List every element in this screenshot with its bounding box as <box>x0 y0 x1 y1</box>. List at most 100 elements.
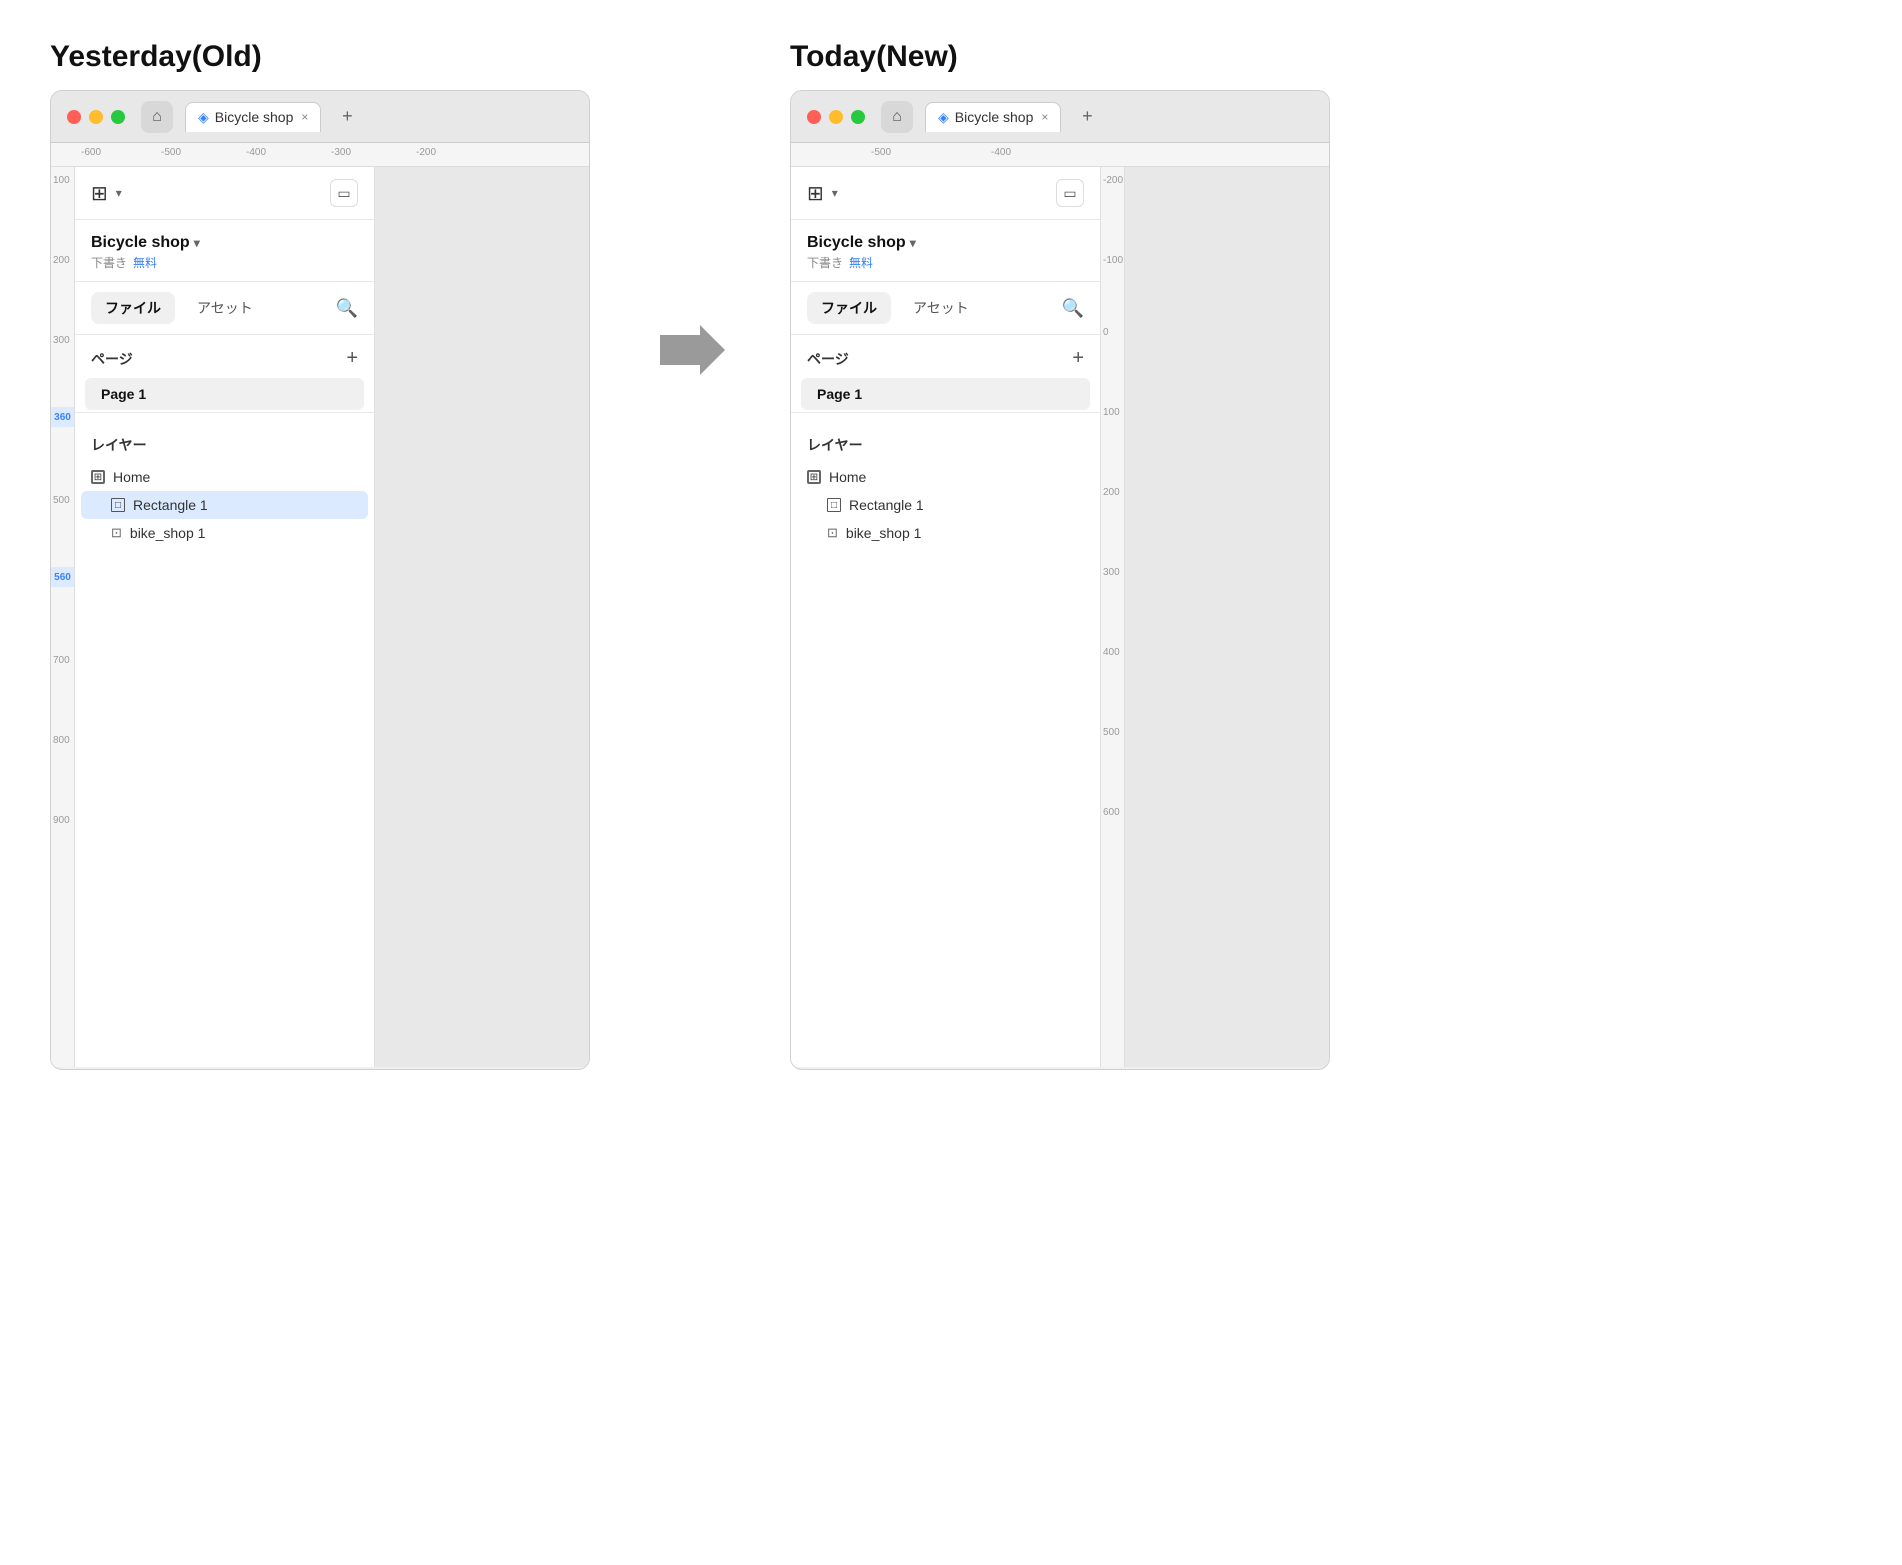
new-home-button[interactable]: ⌂ <box>881 101 913 133</box>
old-tab-files[interactable]: ファイル <box>91 292 175 324</box>
old-layer-bike[interactable]: ⊡ bike_shop 1 <box>75 519 374 547</box>
new-tab[interactable]: ◈ Bicycle shop × <box>925 102 1061 132</box>
old-search-btn[interactable]: 🔍 <box>336 298 358 319</box>
old-project-name: Bicycle shop ▾ <box>91 234 358 252</box>
old-tab[interactable]: ◈ Bicycle shop × <box>185 102 321 132</box>
old-layers-header: レイヤー <box>75 423 374 463</box>
new-rv-100: 100 <box>1103 407 1120 418</box>
new-sidebar-header: ⊞ ▾ ▭ <box>791 167 1100 220</box>
new-tab-assets[interactable]: アセット <box>899 292 983 324</box>
old-home-button[interactable]: ⌂ <box>141 101 173 133</box>
new-pages-add[interactable]: + <box>1072 347 1084 370</box>
old-logo-chevron: ▾ <box>116 186 122 200</box>
old-project-sub: 下書き 無料 <box>91 254 358 271</box>
old-titlebar: ⌂ ◈ Bicycle shop × + <box>51 91 589 143</box>
old-bike-icon: ⊡ <box>111 525 122 541</box>
new-home-icon: ⊞ <box>807 470 821 484</box>
old-section: Yesterday(Old) ⌂ ◈ Bicycle shop × + <box>50 40 590 1070</box>
old-rv-700: 700 <box>53 655 70 666</box>
new-figma-icon: ⊞ <box>807 181 824 206</box>
new-titlebar: ⌂ ◈ Bicycle shop × + <box>791 91 1329 143</box>
old-app-layout: 100 200 300 400 500 600 700 800 900 360 <box>51 167 589 1067</box>
new-layers-section: レイヤー ⊞ Home □ Rectangle 1 ⊡ <box>791 412 1100 557</box>
old-rv-300: 300 <box>53 335 70 346</box>
old-pages-header: ページ + <box>75 335 374 378</box>
new-layer-home[interactable]: ⊞ Home <box>791 463 1100 491</box>
new-tab-icon: ◈ <box>938 109 949 126</box>
old-tab-icon: ◈ <box>198 109 209 126</box>
old-ruler-mark-2: -500 <box>161 147 181 158</box>
old-page1[interactable]: Page 1 <box>85 378 364 410</box>
old-ruler-mark-4: -300 <box>331 147 351 158</box>
new-project-section: Bicycle shop ▾ 下書き 無料 <box>791 220 1100 282</box>
old-sidebar-tabs: ファイル アセット 🔍 <box>75 282 374 335</box>
arrow-container <box>650 320 730 380</box>
new-sidebar-tabs: ファイル アセット 🔍 <box>791 282 1100 335</box>
new-app-layout: ⊞ ▾ ▭ Bicycle shop ▾ 下 <box>791 167 1329 1067</box>
old-sidebar-header: ⊞ ▾ ▭ <box>75 167 374 220</box>
new-search-btn[interactable]: 🔍 <box>1062 298 1084 319</box>
new-tab-close[interactable]: × <box>1041 110 1048 124</box>
new-tab-files[interactable]: ファイル <box>807 292 891 324</box>
new-pages-header: ページ + <box>791 335 1100 378</box>
old-ruler-360: 360 <box>51 407 74 427</box>
old-pages-add[interactable]: + <box>346 347 358 370</box>
new-sidebar: ⊞ ▾ ▭ Bicycle shop ▾ 下 <box>791 167 1101 1067</box>
new-canvas: -200 -100 0 100 200 300 400 500 600 <box>1101 167 1329 1067</box>
old-ruler-mark-1: -600 <box>81 147 101 158</box>
new-rv-400: 400 <box>1103 647 1120 658</box>
old-ruler-560: 560 <box>51 567 74 587</box>
old-rv-800: 800 <box>53 735 70 746</box>
new-traffic-lights <box>807 110 865 124</box>
new-project-chevron: ▾ <box>910 236 916 250</box>
old-tl-red[interactable] <box>67 110 81 124</box>
old-ruler-top: -600 -500 -400 -300 -200 <box>51 143 589 167</box>
new-layers-header: レイヤー <box>791 423 1100 463</box>
new-tl-red[interactable] <box>807 110 821 124</box>
new-layers-title: レイヤー <box>807 435 863 455</box>
new-ruler-top: -500 -400 <box>791 143 1329 167</box>
main-container: Yesterday(Old) ⌂ ◈ Bicycle shop × + <box>50 40 1852 1070</box>
new-free-badge: 無料 <box>849 254 873 271</box>
new-rv-600: 600 <box>1103 807 1120 818</box>
old-ruler-mark-5: -200 <box>416 147 436 158</box>
old-canvas <box>375 167 589 1067</box>
new-layer-bike[interactable]: ⊡ bike_shop 1 <box>791 519 1100 547</box>
new-tab-new[interactable]: + <box>1073 103 1101 131</box>
old-layer-home[interactable]: ⊞ Home <box>75 463 374 491</box>
new-project-name: Bicycle shop ▾ <box>807 234 1084 252</box>
old-home-icon: ⊞ <box>91 470 105 484</box>
old-tl-yellow[interactable] <box>89 110 103 124</box>
old-tab-label: Bicycle shop <box>215 109 294 125</box>
comparison-row: Yesterday(Old) ⌂ ◈ Bicycle shop × + <box>50 40 1852 1070</box>
old-layer-rect[interactable]: □ Rectangle 1 <box>81 491 368 519</box>
old-tab-assets[interactable]: アセット <box>183 292 267 324</box>
new-tl-yellow[interactable] <box>829 110 843 124</box>
new-page1[interactable]: Page 1 <box>801 378 1090 410</box>
new-logo-chevron: ▾ <box>832 186 838 200</box>
old-layers-title: レイヤー <box>91 435 147 455</box>
new-project-sub: 下書き 無料 <box>807 254 1084 271</box>
new-panel-toggle[interactable]: ▭ <box>1056 179 1084 207</box>
old-ruler-360-label: 360 <box>54 412 71 423</box>
new-rect-icon: □ <box>827 498 841 512</box>
old-tl-green[interactable] <box>111 110 125 124</box>
new-tl-green[interactable] <box>851 110 865 124</box>
old-project-section: Bicycle shop ▾ 下書き 無料 <box>75 220 374 282</box>
new-layer-rect[interactable]: □ Rectangle 1 <box>791 491 1100 519</box>
old-ruler-560-label: 560 <box>54 572 71 583</box>
old-logo-area: ⊞ ▾ <box>91 181 122 206</box>
new-ruler-mark-2: -400 <box>991 147 1011 158</box>
new-section: Today(New) ⌂ ◈ Bicycle shop × + <box>790 40 1330 1070</box>
old-panel-toggle[interactable]: ▭ <box>330 179 358 207</box>
new-tab-label: Bicycle shop <box>955 109 1034 125</box>
new-ruler-left: -200 -100 0 100 200 300 400 500 600 <box>1101 167 1125 1067</box>
new-section-label: Today(New) <box>790 40 1330 74</box>
old-tab-new[interactable]: + <box>333 103 361 131</box>
old-section-label: Yesterday(Old) <box>50 40 590 74</box>
new-rv-0: 0 <box>1103 327 1109 338</box>
old-tab-close[interactable]: × <box>301 110 308 124</box>
old-rect-icon: □ <box>111 498 125 512</box>
old-rv-500: 500 <box>53 495 70 506</box>
old-rv-100: 100 <box>53 175 70 186</box>
